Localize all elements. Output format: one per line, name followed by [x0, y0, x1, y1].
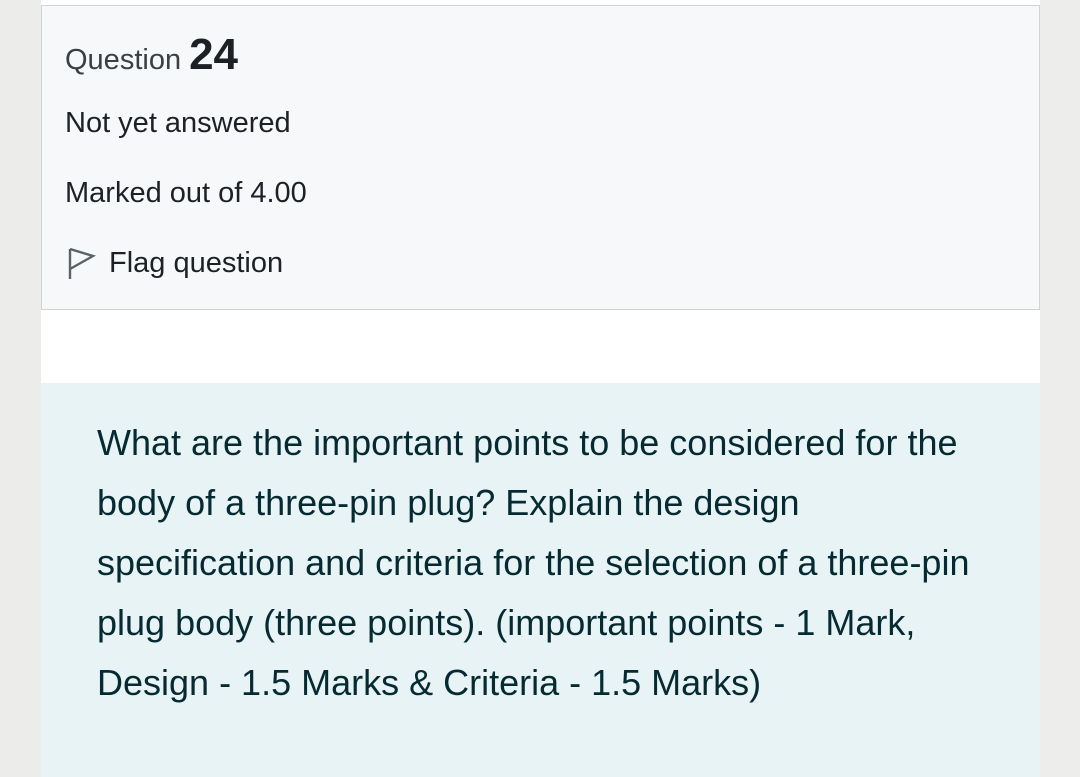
question-number: 24	[189, 30, 239, 79]
question-info-panel: Question 24 Not yet answered Marked out o…	[41, 5, 1040, 310]
question-number-heading: Question 24	[65, 30, 238, 80]
flag-outline-icon	[65, 245, 97, 281]
flag-question-button[interactable]: Flag question	[65, 245, 283, 281]
quiz-page: Question 24 Not yet answered Marked out o…	[41, 0, 1040, 777]
left-margin	[0, 0, 41, 777]
question-grade: Marked out of 4.00	[65, 177, 307, 209]
right-margin	[1040, 0, 1080, 777]
question-text: What are the important points to be cons…	[97, 422, 970, 703]
flag-question-label: Flag question	[109, 246, 284, 279]
question-label: Question	[65, 44, 182, 76]
question-text-panel: What are the important points to be cons…	[41, 383, 1040, 777]
question-state: Not yet answered	[65, 107, 291, 139]
